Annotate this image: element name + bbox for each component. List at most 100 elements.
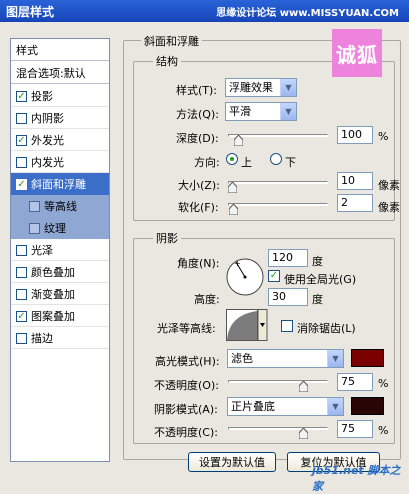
direction-down-label: 下 [285, 156, 296, 169]
watermark-stamp: 诚狐 [332, 29, 382, 77]
highlight-opacity-input[interactable]: 75 [337, 373, 373, 391]
size-unit: 像素 [378, 179, 400, 192]
sidebar-item-1[interactable]: 内阴影 [11, 107, 109, 129]
sidebar-item-9[interactable]: 渐变叠加 [11, 283, 109, 305]
gloss-contour-picker[interactable] [226, 309, 268, 341]
shadow-mode-select[interactable]: 正片叠底 ▼ [227, 397, 344, 416]
altitude-label: 高度: [194, 293, 220, 306]
sidebar-item-label: 光泽 [31, 244, 53, 257]
angle-dial[interactable]: + [225, 257, 265, 297]
sidebar-item-checkbox[interactable]: ✓ [16, 134, 27, 146]
sidebar-item-2[interactable]: ✓ 外发光 [11, 129, 109, 151]
bevel-emboss-title: 斜面和浮雕 [141, 33, 202, 49]
depth-slider-track[interactable] [228, 134, 328, 137]
direction-up-label: 上 [241, 156, 252, 169]
global-light-checkbox[interactable]: ✓ [268, 270, 280, 282]
shadow-mode-value: 正片叠底 [231, 400, 275, 413]
style-select-value: 浮雕效果 [229, 81, 273, 94]
chevron-down-icon[interactable]: ▼ [280, 103, 296, 120]
style-list: 样式 混合选项:默认 ✓ 投影内阴影 ✓ 外发光内发光 ✓ 斜面和浮雕等高线纹理光泽颜色叠… [10, 38, 110, 462]
sidebar-divider [11, 348, 109, 349]
sidebar-item-label: 等高线 [44, 200, 77, 213]
sidebar-item-label: 内阴影 [31, 112, 64, 125]
anti-alias-label: 消除锯齿(L) [297, 322, 356, 335]
altitude-input[interactable]: 30 [268, 288, 308, 306]
shadow-opacity-input[interactable]: 75 [337, 420, 373, 438]
sidebar-item-label: 内发光 [31, 156, 64, 169]
sidebar-item-label: 纹理 [44, 222, 66, 235]
sidebar-item-checkbox[interactable] [29, 222, 40, 234]
sidebar-item-checkbox[interactable] [16, 112, 27, 124]
direction-label: 方向: [194, 156, 220, 169]
sidebar-item-0[interactable]: ✓ 投影 [11, 85, 109, 107]
sidebar-item-6[interactable]: 纹理 [11, 217, 109, 239]
depth-input[interactable]: 100 [337, 126, 373, 144]
sidebar-item-checkbox[interactable] [16, 288, 27, 300]
sidebar-item-7[interactable]: 光泽 [11, 239, 109, 261]
blending-options[interactable]: 混合选项:默认 [11, 62, 109, 84]
highlight-opacity-label: 不透明度(O): [154, 379, 219, 392]
anti-alias-checkbox[interactable] [281, 320, 293, 332]
technique-select[interactable]: 平滑 ▼ [225, 102, 297, 121]
sidebar-item-4[interactable]: ✓ 斜面和浮雕 [11, 173, 109, 195]
depth-unit: % [378, 130, 389, 143]
sidebar-item-label: 渐变叠加 [31, 288, 75, 301]
technique-label: 方法(Q): [176, 108, 219, 121]
sidebar-item-11[interactable]: 描边 [11, 327, 109, 349]
size-input[interactable]: 10 [337, 172, 373, 190]
shadow-opacity-slider-handle[interactable] [299, 428, 308, 439]
sidebar-item-checkbox[interactable] [29, 200, 40, 212]
sidebar-item-label: 颜色叠加 [31, 266, 75, 279]
sidebar-item-label: 描边 [31, 332, 53, 345]
shadow-mode-label: 阴影模式(A): [154, 403, 218, 416]
size-slider-handle[interactable] [228, 182, 237, 193]
shadow-color-swatch[interactable] [351, 397, 384, 415]
chevron-down-icon[interactable]: ▼ [327, 350, 343, 367]
sidebar-item-label: 投影 [31, 90, 53, 103]
chevron-down-icon[interactable]: ▼ [327, 398, 343, 415]
watermark-bottom: jb51.net 脚本之家 [312, 464, 401, 493]
technique-select-value: 平滑 [229, 105, 251, 118]
window-title: 图层样式 [6, 4, 55, 19]
sidebar-item-checkbox[interactable]: ✓ [16, 310, 27, 322]
sidebar-item-checkbox[interactable]: ✓ [16, 178, 27, 190]
sidebar-item-3[interactable]: 内发光 [11, 151, 109, 173]
shading-title: 阴影 [153, 230, 181, 246]
svg-text:+: + [234, 259, 241, 268]
highlight-opacity-slider-handle[interactable] [299, 381, 308, 392]
depth-slider-handle[interactable] [234, 135, 243, 146]
sidebar-item-checkbox[interactable]: ✓ [16, 90, 27, 102]
size-slider-track[interactable] [228, 181, 328, 184]
sidebar-item-checkbox[interactable] [16, 156, 27, 168]
angle-label: 角度(N): [177, 257, 220, 270]
sidebar-item-checkbox[interactable] [16, 244, 27, 256]
shadow-opacity-slider-track[interactable] [228, 427, 328, 430]
direction-down-radio[interactable] [270, 153, 282, 165]
soften-slider-handle[interactable] [229, 204, 238, 215]
sidebar-item-5[interactable]: 等高线 [11, 195, 109, 217]
sidebar-item-label: 图案叠加 [31, 310, 75, 323]
sidebar-item-label: 外发光 [31, 134, 64, 147]
style-select[interactable]: 浮雕效果 ▼ [225, 78, 297, 97]
highlight-opacity-slider-track[interactable] [228, 380, 328, 383]
angle-unit: 度 [312, 255, 323, 268]
style-label: 样式(T): [176, 84, 218, 97]
sidebar-item-checkbox[interactable] [16, 266, 27, 278]
shadow-opacity-label: 不透明度(C): [154, 426, 218, 439]
highlight-mode-value: 滤色 [231, 352, 253, 365]
sidebar-item-checkbox[interactable] [16, 332, 27, 344]
highlight-mode-select[interactable]: 滤色 ▼ [227, 349, 344, 368]
soften-slider-track[interactable] [228, 203, 328, 206]
size-label: 大小(Z): [178, 179, 220, 192]
chevron-down-icon[interactable]: ▼ [280, 79, 296, 96]
soften-input[interactable]: 2 [337, 194, 373, 212]
soften-unit: 像素 [378, 201, 400, 214]
make-default-button[interactable]: 设置为默认值 [188, 452, 276, 472]
direction-up-radio[interactable] [226, 153, 238, 165]
angle-input[interactable]: 120 [268, 249, 308, 267]
styles-header[interactable]: 样式 [11, 39, 109, 61]
sidebar-item-8[interactable]: 颜色叠加 [11, 261, 109, 283]
sidebar-item-10[interactable]: ✓ 图案叠加 [11, 305, 109, 327]
highlight-color-swatch[interactable] [351, 349, 384, 367]
depth-label: 深度(D): [176, 132, 219, 145]
